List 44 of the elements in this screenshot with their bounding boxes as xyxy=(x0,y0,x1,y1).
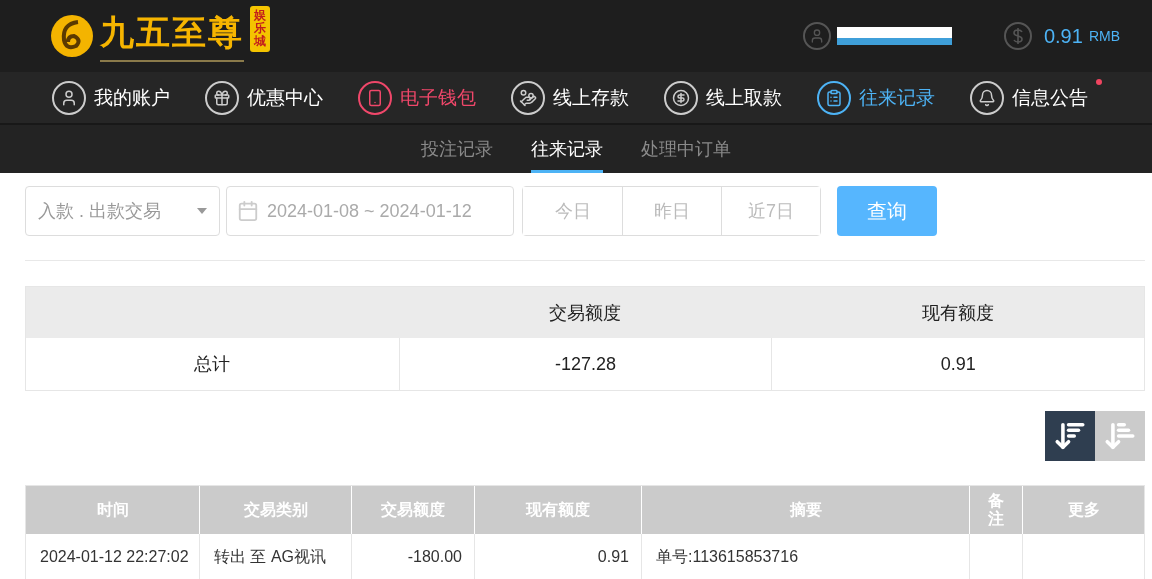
summary-header-cell: 交易额度 xyxy=(398,287,772,338)
table-cell: 单号:113615853716 xyxy=(641,534,969,579)
nav-label[interactable]: 信息公告 xyxy=(1012,84,1088,111)
nav-label[interactable]: 往来记录 xyxy=(859,84,935,111)
logo-icon xyxy=(50,14,94,58)
sub-tab[interactable]: 往来记录 xyxy=(531,125,603,173)
bell-icon xyxy=(970,80,1004,115)
nav-label[interactable]: 电子钱包 xyxy=(400,84,476,111)
calendar-icon xyxy=(237,200,259,222)
dollar-coin-icon xyxy=(664,80,698,115)
balance-amount: 0.91 xyxy=(1043,24,1083,48)
sub-tab[interactable]: 投注记录 xyxy=(421,125,493,173)
nav-item[interactable]: 线上存款 xyxy=(511,80,664,115)
balance-currency: RMB xyxy=(1088,28,1120,44)
table-cell: -180.00 xyxy=(351,534,474,579)
user-icon xyxy=(802,22,831,50)
sub-tab[interactable]: 处理中订单 xyxy=(641,125,731,173)
nav-label[interactable]: 优惠中心 xyxy=(247,84,323,111)
table-cell: 转出 至 AG视讯 xyxy=(199,534,351,579)
user-icon xyxy=(52,80,86,115)
nav-label[interactable]: 线上取款 xyxy=(706,84,782,111)
summary-cell: 0.91 xyxy=(771,338,1144,390)
logo-subtitle: 娱乐城 xyxy=(250,6,270,52)
gift-icon xyxy=(205,80,239,115)
nav-item[interactable]: 我的账户 xyxy=(52,80,205,115)
table-cell: 0.91 xyxy=(474,534,641,579)
nav-item[interactable]: 电子钱包 xyxy=(358,80,511,115)
nav-item[interactable]: 信息公告 xyxy=(970,80,1123,115)
summary-header-cell: 现有额度 xyxy=(771,287,1144,338)
phone-icon xyxy=(358,80,392,115)
dollar-icon xyxy=(1003,22,1032,50)
caret-icon xyxy=(197,208,207,214)
nav-item[interactable]: 优惠中心 xyxy=(205,80,358,115)
table-cell-text: 2024-01-12 22:27:02 xyxy=(39,547,190,567)
summary-cell: -127.28 xyxy=(398,338,772,390)
nav-item[interactable]: 往来记录 xyxy=(817,80,970,115)
summary-cell-text: 总计 xyxy=(193,353,232,376)
logo-title: 九五至尊 xyxy=(100,10,244,62)
nav-label[interactable]: 我的账户 xyxy=(94,84,170,111)
clipboard-icon xyxy=(817,80,851,115)
nav-item[interactable]: 线上取款 xyxy=(664,80,817,115)
nav-label[interactable]: 线上存款 xyxy=(553,84,629,111)
coin-hand-icon xyxy=(511,80,545,115)
sort-descending-button[interactable] xyxy=(1045,411,1095,461)
